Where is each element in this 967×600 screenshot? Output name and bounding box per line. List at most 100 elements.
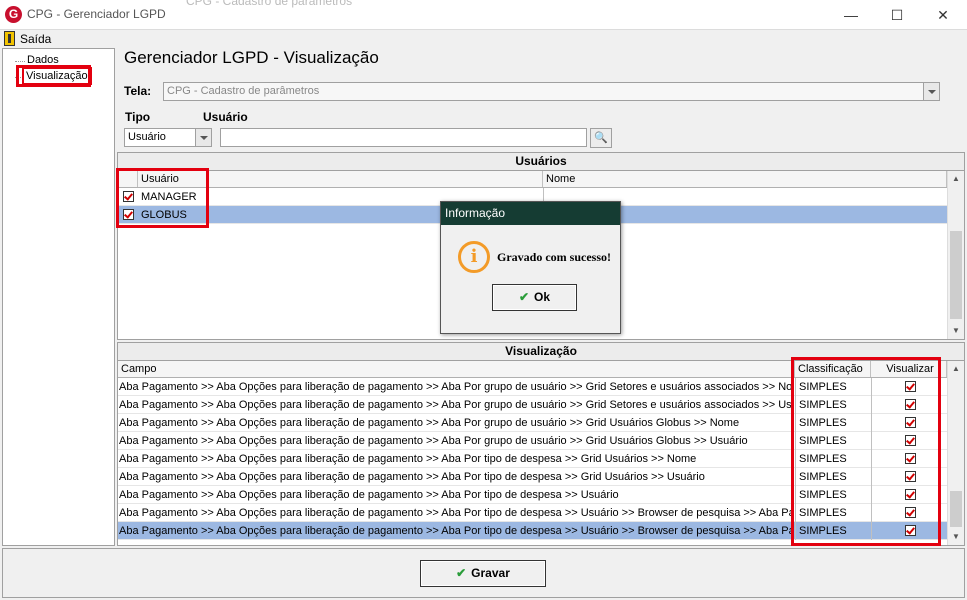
users-grid-header: Usuário Nome [118,171,947,188]
menu-bar: Saída [0,30,967,48]
visualizar-cell [871,522,947,540]
row-checkbox[interactable] [123,209,134,220]
visualizar-checkbox[interactable] [905,507,916,518]
classificacao-cell: SIMPLES [795,432,871,450]
vis-scrollbar[interactable]: ▲ ▼ [947,361,964,545]
background-window-title: CPG - Cadastro de parâmetros [186,0,353,8]
visualizar-checkbox[interactable] [905,453,916,464]
visualizacao-panel: Visualização Campo Classificação Visuali… [117,342,965,546]
scroll-up-icon[interactable]: ▲ [948,361,964,377]
visualizar-checkbox[interactable] [905,399,916,410]
campo-cell: Aba Pagamento >> Aba Opções para liberaç… [119,399,793,411]
tipo-select[interactable]: Usuário [124,128,212,147]
table-row[interactable]: Aba Pagamento >> Aba Opções para liberaç… [118,378,947,396]
table-row[interactable]: Aba Pagamento >> Aba Opções para liberaç… [118,432,947,450]
check-icon: ✔ [456,566,467,580]
ok-button[interactable]: ✔ Ok [492,284,577,311]
dialog-title: Informação [441,202,620,225]
classificacao-cell: SIMPLES [795,504,871,522]
tela-label: Tela: [124,84,152,98]
campo-cell: Aba Pagamento >> Aba Opções para liberaç… [119,507,793,519]
users-panel-title: Usuários [118,153,964,171]
info-icon: i [458,241,490,273]
visualizar-cell [871,378,947,396]
tree-item-visualizacao[interactable]: Visualização [22,67,92,85]
scroll-down-icon[interactable]: ▼ [948,323,964,339]
tree-connector [15,61,25,62]
scroll-up-icon[interactable]: ▲ [948,171,964,187]
save-label: Gravar [471,566,510,580]
tree-item-dados[interactable]: Dados [25,54,61,66]
classificacao-cell: SIMPLES [795,414,871,432]
visualizar-cell [871,396,947,414]
classificacao-cell: SIMPLES [795,378,871,396]
visualizar-cell [871,486,947,504]
binoculars-search-button[interactable]: 🔍 [590,128,612,148]
visualizacao-panel-title: Visualização [118,343,964,361]
app-logo-icon: G [5,6,22,23]
visualizar-checkbox[interactable] [905,381,916,392]
menu-exit[interactable]: Saída [20,32,51,46]
usuario-label: Usuário [203,110,248,124]
save-button[interactable]: ✔ Gravar [420,560,546,587]
table-row[interactable]: Aba Pagamento >> Aba Opções para liberaç… [118,468,947,486]
tipo-label: Tipo [125,110,151,124]
visualizar-checkbox[interactable] [905,471,916,482]
visualizar-cell [871,450,947,468]
visualizar-cell [871,504,947,522]
classificacao-cell: SIMPLES [795,450,871,468]
classificacao-cell: SIMPLES [795,396,871,414]
vis-col-visualizar[interactable]: Visualizar [871,361,947,377]
visualizar-cell [871,468,947,486]
users-scrollbar[interactable]: ▲ ▼ [947,171,964,339]
campo-cell: Aba Pagamento >> Aba Opções para liberaç… [119,525,793,537]
classificacao-cell: SIMPLES [795,522,871,540]
visualizar-checkbox[interactable] [905,417,916,428]
scroll-down-icon[interactable]: ▼ [948,529,964,545]
dialog-message: Gravado com sucesso! [497,250,611,264]
table-row[interactable]: Aba Pagamento >> Aba Opções para liberaç… [118,522,947,540]
visualizar-checkbox[interactable] [905,489,916,500]
table-row[interactable]: Aba Pagamento >> Aba Opções para liberaç… [118,414,947,432]
campo-cell: Aba Pagamento >> Aba Opções para liberaç… [119,435,748,447]
table-row[interactable]: Aba Pagamento >> Aba Opções para liberaç… [118,396,947,414]
campo-cell: Aba Pagamento >> Aba Opções para liberaç… [119,417,740,429]
tela-select[interactable]: CPG - Cadastro de parâmetros [163,82,940,101]
maximize-button[interactable]: ☐ [874,0,920,30]
user-cell: MANAGER [141,191,197,203]
classificacao-cell: SIMPLES [795,486,871,504]
close-button[interactable]: ✕ [920,0,966,30]
exit-door-icon[interactable] [4,31,15,46]
visualizar-checkbox[interactable] [905,525,916,536]
table-row[interactable]: Aba Pagamento >> Aba Opções para liberaç… [118,504,947,522]
vis-col-campo[interactable]: Campo [118,361,795,377]
navigation-tree: Dados Visualização [2,48,115,546]
users-col-usuario[interactable]: Usuário [138,171,543,187]
campo-cell: Aba Pagamento >> Aba Opções para liberaç… [119,489,619,501]
visualizar-cell [871,432,947,450]
tipo-value: Usuário [128,131,166,143]
minimize-button[interactable]: — [828,0,874,30]
user-cell: GLOBUS [141,209,187,221]
vis-grid-header: Campo Classificação Visualizar [118,361,947,378]
table-row[interactable]: Aba Pagamento >> Aba Opções para liberaç… [118,450,947,468]
check-icon: ✔ [518,290,530,304]
table-row[interactable]: Aba Pagamento >> Aba Opções para liberaç… [118,486,947,504]
usuario-input[interactable] [220,128,587,147]
users-col-check [118,171,138,187]
classificacao-cell: SIMPLES [795,468,871,486]
chevron-down-icon [195,129,211,146]
visualizar-checkbox[interactable] [905,435,916,446]
scroll-thumb[interactable] [950,231,962,319]
visualizar-cell [871,414,947,432]
title-bar: G CPG - Gerenciador LGPD CPG - Cadastro … [0,0,967,30]
info-dialog: Informação i Gravado com sucesso! ✔ Ok [440,201,621,334]
users-col-nome[interactable]: Nome [543,171,947,187]
row-checkbox[interactable] [123,191,134,202]
vis-col-classificacao[interactable]: Classificação [795,361,871,377]
campo-cell: Aba Pagamento >> Aba Opções para liberaç… [119,453,697,465]
campo-cell: Aba Pagamento >> Aba Opções para liberaç… [119,381,793,393]
chevron-down-icon [923,83,939,100]
page-title: Gerenciador LGPD - Visualização [124,48,379,67]
scroll-thumb[interactable] [950,491,962,527]
